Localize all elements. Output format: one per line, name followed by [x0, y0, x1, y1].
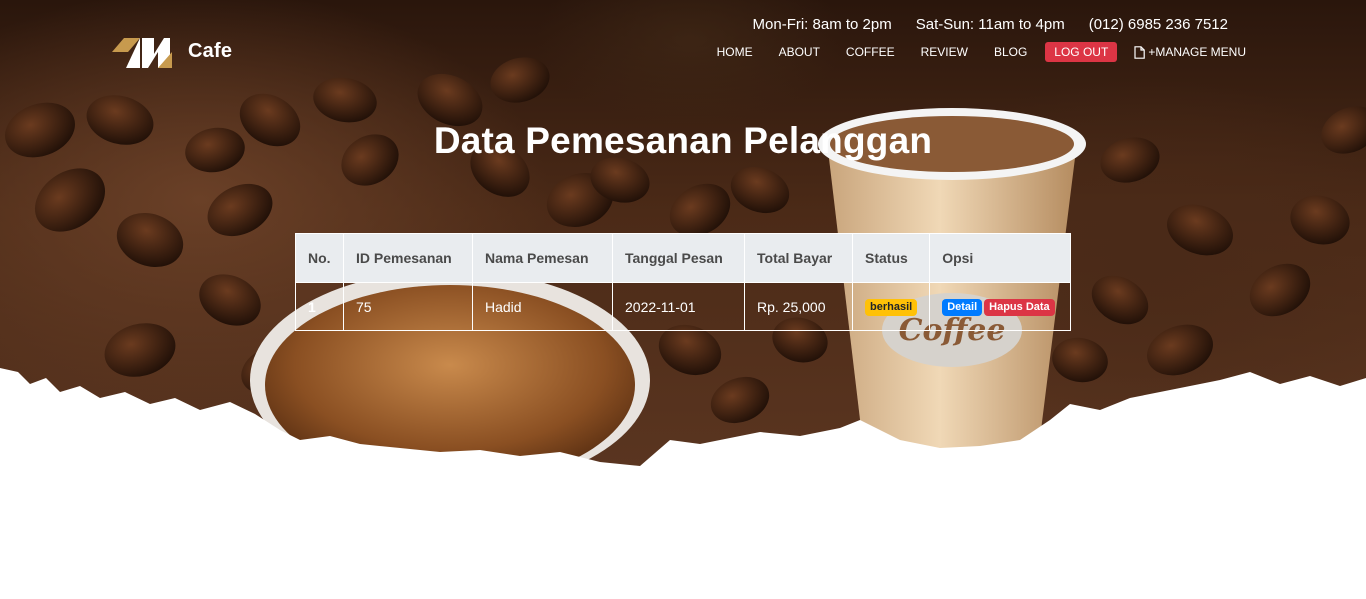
- cell-no: 1: [295, 282, 344, 331]
- cell-options: Detail Hapus Data: [929, 282, 1071, 331]
- page-title: Data Pemesanan Pelanggan: [433, 120, 933, 161]
- nav-blog[interactable]: BLOG: [981, 45, 1040, 59]
- cell-total: Rp. 25,000: [744, 282, 853, 331]
- column-header-date: Tanggal Pesan: [612, 233, 745, 283]
- brand-logo[interactable]: Cafe: [112, 34, 232, 68]
- column-header-name: Nama Pemesan: [472, 233, 613, 283]
- weekday-hours: Mon-Fri: 8am to 2pm: [752, 16, 892, 33]
- column-header-total: Total Bayar: [744, 233, 853, 283]
- table-header-row: No. ID Pemesanan Nama Pemesan Tanggal Pe…: [295, 233, 1071, 283]
- logo-mark-icon: [112, 38, 172, 68]
- nav-about[interactable]: ABOUT: [766, 45, 833, 59]
- orders-table: No. ID Pemesanan Nama Pemesan Tanggal Pe…: [295, 233, 1071, 331]
- column-header-no: No.: [295, 233, 344, 283]
- main-nav: HOME ABOUT COFFEE REVIEW BLOG LOG OUT +M…: [704, 42, 1246, 62]
- torn-paper-edge: [0, 368, 1366, 470]
- nav-home[interactable]: HOME: [704, 45, 766, 59]
- phone-number: (012) 6985 236 7512: [1088, 16, 1228, 33]
- table-row: 1 75 Hadid 2022-11-01 Rp. 25,000 berhasi…: [295, 282, 1071, 331]
- cell-order-date: 2022-11-01: [612, 282, 745, 331]
- manage-menu-label: +MANAGE MENU: [1148, 45, 1246, 59]
- cell-customer-name: Hadid: [472, 282, 613, 331]
- cell-status: berhasil: [851, 282, 931, 331]
- contact-bar: Mon-Fri: 8am to 2pm Sat-Sun: 11am to 4pm…: [753, 16, 1228, 33]
- weekend-hours: Sat-Sun: 11am to 4pm: [915, 16, 1065, 33]
- column-header-id: ID Pemesanan: [343, 233, 473, 283]
- cell-order-id: 75: [343, 282, 473, 331]
- manage-menu-link[interactable]: +MANAGE MENU: [1126, 45, 1246, 59]
- detail-button[interactable]: Detail: [942, 299, 983, 316]
- brand-name: Cafe: [188, 39, 233, 62]
- file-icon: [1134, 45, 1146, 59]
- nav-review[interactable]: REVIEW: [908, 45, 981, 59]
- column-header-status: Status: [851, 233, 931, 283]
- nav-coffee[interactable]: COFFEE: [833, 45, 908, 59]
- status-badge: berhasil: [865, 299, 918, 316]
- logout-button[interactable]: LOG OUT: [1045, 42, 1118, 62]
- column-header-opsi: Opsi: [929, 233, 1071, 283]
- delete-button[interactable]: Hapus Data: [984, 299, 1055, 316]
